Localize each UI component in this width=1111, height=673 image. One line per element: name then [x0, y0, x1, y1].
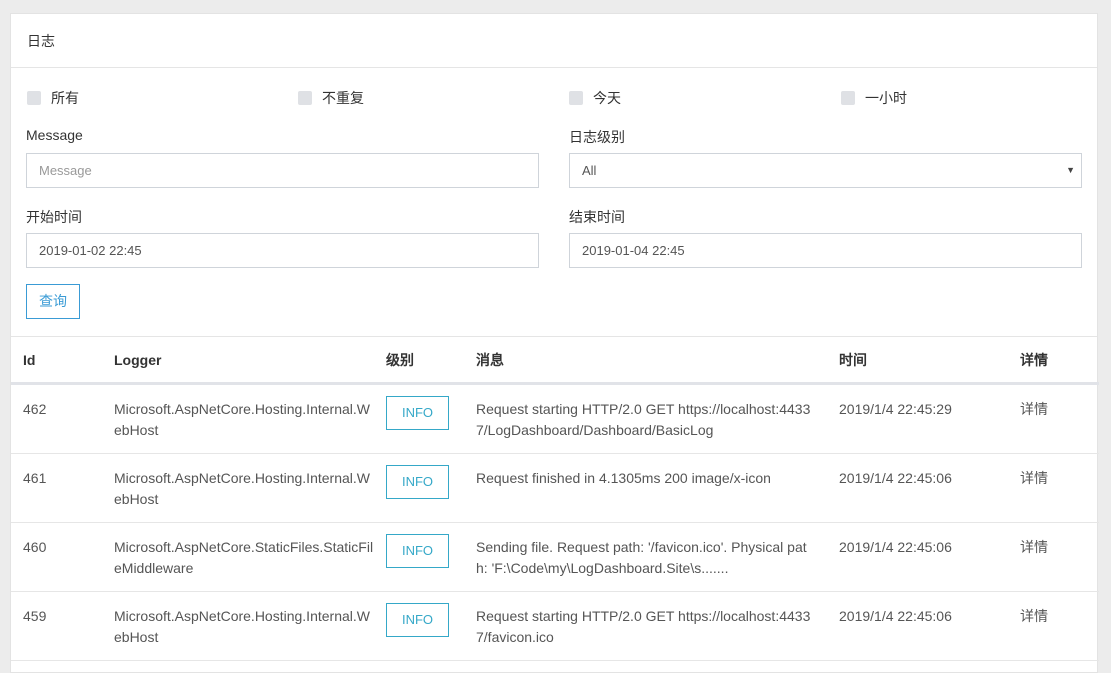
message-input[interactable]	[26, 153, 539, 188]
start-time-label: 开始时间	[26, 209, 82, 225]
cell-logger: Microsoft.AspNetCore.Hosting.Internal.We…	[102, 453, 374, 523]
table-row: 461 Microsoft.AspNetCore.Hosting.Interna…	[11, 453, 1099, 523]
level-select[interactable]: All ▼	[569, 153, 1082, 188]
checkbox-label: 所有	[51, 90, 79, 106]
checkbox-box[interactable]	[569, 91, 583, 105]
checkbox-label: 一小时	[865, 90, 907, 106]
cell-logger: Microsoft.AspNetCore.Hosting.Internal.We…	[102, 591, 374, 661]
table-row: 462 Microsoft.AspNetCore.Hosting.Interna…	[11, 383, 1099, 454]
checkbox-label: 不重复	[322, 90, 364, 106]
chevron-down-icon: ▼	[1066, 165, 1075, 175]
cell-time: 2019/1/4 22:45:06	[827, 522, 1008, 592]
checkbox-box[interactable]	[298, 91, 312, 105]
checkbox-all[interactable]: 所有	[27, 88, 79, 108]
cell-time: 2019/1/4 22:45:06	[827, 453, 1008, 523]
end-time-label: 结束时间	[569, 209, 625, 225]
cell-id: 462	[11, 383, 102, 454]
header-logger: Logger	[102, 337, 374, 385]
cell-id: 461	[11, 453, 102, 523]
level-badge: INFO	[386, 603, 449, 637]
cell-message: Request starting HTTP/2.0 GET https://lo…	[464, 591, 827, 661]
cell-message: Request starting HTTP/2.0 GET https://lo…	[464, 383, 827, 454]
checkbox-today[interactable]: 今天	[569, 88, 621, 108]
query-button[interactable]: 查询	[26, 284, 80, 319]
detail-link[interactable]: 详情	[1008, 383, 1099, 454]
detail-link[interactable]: 详情	[1008, 453, 1099, 523]
cell-level: INFO	[374, 453, 464, 523]
cell-level: INFO	[374, 522, 464, 592]
cell-level: INFO	[374, 591, 464, 661]
detail-link[interactable]: 详情	[1008, 522, 1099, 592]
table-row: 460 Microsoft.AspNetCore.StaticFiles.Sta…	[11, 522, 1099, 592]
level-select-value: All	[582, 163, 597, 178]
cell-time: 2019/1/4 22:45:06	[827, 591, 1008, 661]
level-badge: INFO	[386, 465, 449, 499]
checkbox-label: 今天	[593, 90, 621, 106]
table-header-row: Id Logger 级别 消息 时间 详情	[11, 337, 1099, 385]
cell-level: INFO	[374, 383, 464, 454]
panel-title: 日志	[11, 14, 1097, 68]
cell-time: 2019/1/4 22:45:29	[827, 383, 1008, 454]
header-time: 时间	[827, 337, 1008, 385]
level-label: 日志级别	[569, 129, 625, 145]
checkbox-unique[interactable]: 不重复	[298, 88, 364, 108]
level-badge: INFO	[386, 534, 449, 568]
level-badge: INFO	[386, 396, 449, 430]
log-table: Id Logger 级别 消息 时间 详情 462 Microsoft.AspN…	[11, 337, 1099, 661]
checkbox-box[interactable]	[841, 91, 855, 105]
cell-message: Sending file. Request path: '/favicon.ic…	[464, 522, 827, 592]
cell-id: 459	[11, 591, 102, 661]
cell-id: 460	[11, 522, 102, 592]
header-id: Id	[11, 337, 102, 385]
checkbox-one-hour[interactable]: 一小时	[841, 88, 907, 108]
header-message: 消息	[464, 337, 827, 385]
message-label: Message	[26, 127, 83, 143]
end-time-input[interactable]	[569, 233, 1082, 268]
cell-logger: Microsoft.AspNetCore.StaticFiles.StaticF…	[102, 522, 374, 592]
cell-message: Request finished in 4.1305ms 200 image/x…	[464, 453, 827, 523]
header-level: 级别	[374, 337, 464, 385]
filter-form: 所有 不重复 今天 一小时 Message 日志级别 All ▼ 开始时间 结束…	[11, 68, 1097, 337]
detail-link[interactable]: 详情	[1008, 591, 1099, 661]
cell-logger: Microsoft.AspNetCore.Hosting.Internal.We…	[102, 383, 374, 454]
start-time-input[interactable]	[26, 233, 539, 268]
checkbox-box[interactable]	[27, 91, 41, 105]
header-detail: 详情	[1008, 337, 1099, 385]
log-panel: 日志 所有 不重复 今天 一小时 Message 日志级别 All ▼ 开始时间…	[10, 13, 1099, 673]
table-row: 459 Microsoft.AspNetCore.Hosting.Interna…	[11, 591, 1099, 661]
